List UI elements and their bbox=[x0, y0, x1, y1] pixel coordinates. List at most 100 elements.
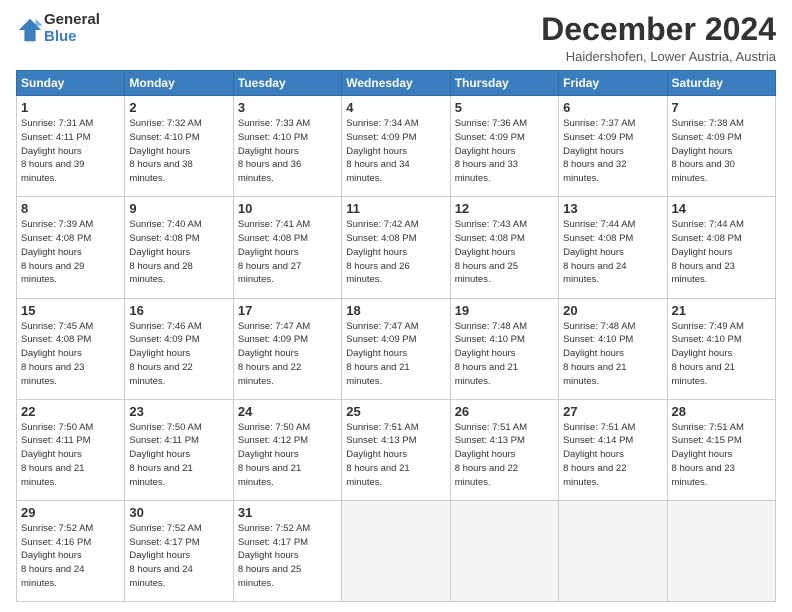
day-number: 28 bbox=[672, 404, 771, 419]
day-number: 17 bbox=[238, 303, 337, 318]
day-number: 14 bbox=[672, 201, 771, 216]
table-row: 3 Sunrise: 7:33 AM Sunset: 4:10 PM Dayli… bbox=[233, 96, 341, 197]
day-info: Sunrise: 7:32 AM Sunset: 4:10 PM Dayligh… bbox=[129, 117, 228, 186]
day-info: Sunrise: 7:51 AM Sunset: 4:13 PM Dayligh… bbox=[346, 421, 445, 490]
table-row: 23 Sunrise: 7:50 AM Sunset: 4:11 PM Dayl… bbox=[125, 399, 233, 500]
day-info: Sunrise: 7:44 AM Sunset: 4:08 PM Dayligh… bbox=[563, 218, 662, 287]
table-row: 19 Sunrise: 7:48 AM Sunset: 4:10 PM Dayl… bbox=[450, 298, 558, 399]
table-row: 31 Sunrise: 7:52 AM Sunset: 4:17 PM Dayl… bbox=[233, 500, 341, 601]
table-row: 22 Sunrise: 7:50 AM Sunset: 4:11 PM Dayl… bbox=[17, 399, 125, 500]
day-number: 1 bbox=[21, 100, 120, 115]
day-info: Sunrise: 7:51 AM Sunset: 4:15 PM Dayligh… bbox=[672, 421, 771, 490]
table-row: 24 Sunrise: 7:50 AM Sunset: 4:12 PM Dayl… bbox=[233, 399, 341, 500]
day-number: 24 bbox=[238, 404, 337, 419]
day-number: 6 bbox=[563, 100, 662, 115]
location: Haidershofen, Lower Austria, Austria bbox=[541, 49, 776, 64]
logo-blue: Blue bbox=[44, 28, 77, 45]
table-row bbox=[342, 500, 450, 601]
day-info: Sunrise: 7:49 AM Sunset: 4:10 PM Dayligh… bbox=[672, 320, 771, 389]
day-number: 15 bbox=[21, 303, 120, 318]
day-info: Sunrise: 7:52 AM Sunset: 4:16 PM Dayligh… bbox=[21, 522, 120, 591]
day-info: Sunrise: 7:51 AM Sunset: 4:14 PM Dayligh… bbox=[563, 421, 662, 490]
table-row: 21 Sunrise: 7:49 AM Sunset: 4:10 PM Dayl… bbox=[667, 298, 775, 399]
logo: General Blue bbox=[16, 12, 100, 45]
day-info: Sunrise: 7:47 AM Sunset: 4:09 PM Dayligh… bbox=[346, 320, 445, 389]
col-sunday: Sunday bbox=[17, 71, 125, 96]
day-info: Sunrise: 7:47 AM Sunset: 4:09 PM Dayligh… bbox=[238, 320, 337, 389]
table-row: 27 Sunrise: 7:51 AM Sunset: 4:14 PM Dayl… bbox=[559, 399, 667, 500]
col-friday: Friday bbox=[559, 71, 667, 96]
day-number: 5 bbox=[455, 100, 554, 115]
header: General Blue December 2024 Haidershofen,… bbox=[16, 12, 776, 64]
day-info: Sunrise: 7:44 AM Sunset: 4:08 PM Dayligh… bbox=[672, 218, 771, 287]
calendar-table: Sunday Monday Tuesday Wednesday Thursday… bbox=[16, 70, 776, 602]
day-number: 19 bbox=[455, 303, 554, 318]
calendar-week-row: 8 Sunrise: 7:39 AM Sunset: 4:08 PM Dayli… bbox=[17, 197, 776, 298]
table-row: 18 Sunrise: 7:47 AM Sunset: 4:09 PM Dayl… bbox=[342, 298, 450, 399]
table-row: 29 Sunrise: 7:52 AM Sunset: 4:16 PM Dayl… bbox=[17, 500, 125, 601]
day-number: 29 bbox=[21, 505, 120, 520]
day-info: Sunrise: 7:41 AM Sunset: 4:08 PM Dayligh… bbox=[238, 218, 337, 287]
day-number: 30 bbox=[129, 505, 228, 520]
day-info: Sunrise: 7:48 AM Sunset: 4:10 PM Dayligh… bbox=[455, 320, 554, 389]
day-number: 7 bbox=[672, 100, 771, 115]
day-info: Sunrise: 7:50 AM Sunset: 4:11 PM Dayligh… bbox=[129, 421, 228, 490]
day-info: Sunrise: 7:39 AM Sunset: 4:08 PM Dayligh… bbox=[21, 218, 120, 287]
table-row: 13 Sunrise: 7:44 AM Sunset: 4:08 PM Dayl… bbox=[559, 197, 667, 298]
day-number: 4 bbox=[346, 100, 445, 115]
table-row: 25 Sunrise: 7:51 AM Sunset: 4:13 PM Dayl… bbox=[342, 399, 450, 500]
table-row: 11 Sunrise: 7:42 AM Sunset: 4:08 PM Dayl… bbox=[342, 197, 450, 298]
calendar-week-row: 1 Sunrise: 7:31 AM Sunset: 4:11 PM Dayli… bbox=[17, 96, 776, 197]
month-title: December 2024 bbox=[541, 12, 776, 47]
table-row: 8 Sunrise: 7:39 AM Sunset: 4:08 PM Dayli… bbox=[17, 197, 125, 298]
day-info: Sunrise: 7:50 AM Sunset: 4:12 PM Dayligh… bbox=[238, 421, 337, 490]
calendar-header-row: Sunday Monday Tuesday Wednesday Thursday… bbox=[17, 71, 776, 96]
day-number: 18 bbox=[346, 303, 445, 318]
calendar-week-row: 22 Sunrise: 7:50 AM Sunset: 4:11 PM Dayl… bbox=[17, 399, 776, 500]
day-number: 12 bbox=[455, 201, 554, 216]
day-number: 21 bbox=[672, 303, 771, 318]
day-info: Sunrise: 7:42 AM Sunset: 4:08 PM Dayligh… bbox=[346, 218, 445, 287]
logo-general: General bbox=[44, 11, 100, 28]
table-row: 12 Sunrise: 7:43 AM Sunset: 4:08 PM Dayl… bbox=[450, 197, 558, 298]
table-row: 7 Sunrise: 7:38 AM Sunset: 4:09 PM Dayli… bbox=[667, 96, 775, 197]
logo-text: General Blue bbox=[44, 12, 100, 45]
table-row: 5 Sunrise: 7:36 AM Sunset: 4:09 PM Dayli… bbox=[450, 96, 558, 197]
table-row: 17 Sunrise: 7:47 AM Sunset: 4:09 PM Dayl… bbox=[233, 298, 341, 399]
day-number: 23 bbox=[129, 404, 228, 419]
day-number: 26 bbox=[455, 404, 554, 419]
day-number: 10 bbox=[238, 201, 337, 216]
table-row: 9 Sunrise: 7:40 AM Sunset: 4:08 PM Dayli… bbox=[125, 197, 233, 298]
day-info: Sunrise: 7:34 AM Sunset: 4:09 PM Dayligh… bbox=[346, 117, 445, 186]
day-number: 16 bbox=[129, 303, 228, 318]
table-row: 6 Sunrise: 7:37 AM Sunset: 4:09 PM Dayli… bbox=[559, 96, 667, 197]
col-thursday: Thursday bbox=[450, 71, 558, 96]
day-info: Sunrise: 7:31 AM Sunset: 4:11 PM Dayligh… bbox=[21, 117, 120, 186]
day-number: 11 bbox=[346, 201, 445, 216]
day-number: 2 bbox=[129, 100, 228, 115]
calendar-week-row: 15 Sunrise: 7:45 AM Sunset: 4:08 PM Dayl… bbox=[17, 298, 776, 399]
day-info: Sunrise: 7:50 AM Sunset: 4:11 PM Dayligh… bbox=[21, 421, 120, 490]
col-saturday: Saturday bbox=[667, 71, 775, 96]
col-wednesday: Wednesday bbox=[342, 71, 450, 96]
day-info: Sunrise: 7:46 AM Sunset: 4:09 PM Dayligh… bbox=[129, 320, 228, 389]
table-row: 4 Sunrise: 7:34 AM Sunset: 4:09 PM Dayli… bbox=[342, 96, 450, 197]
day-number: 31 bbox=[238, 505, 337, 520]
day-number: 22 bbox=[21, 404, 120, 419]
day-info: Sunrise: 7:51 AM Sunset: 4:13 PM Dayligh… bbox=[455, 421, 554, 490]
day-number: 25 bbox=[346, 404, 445, 419]
day-number: 13 bbox=[563, 201, 662, 216]
logo-icon bbox=[16, 16, 44, 44]
day-info: Sunrise: 7:52 AM Sunset: 4:17 PM Dayligh… bbox=[238, 522, 337, 591]
day-number: 3 bbox=[238, 100, 337, 115]
day-info: Sunrise: 7:37 AM Sunset: 4:09 PM Dayligh… bbox=[563, 117, 662, 186]
table-row: 2 Sunrise: 7:32 AM Sunset: 4:10 PM Dayli… bbox=[125, 96, 233, 197]
day-number: 20 bbox=[563, 303, 662, 318]
calendar-week-row: 29 Sunrise: 7:52 AM Sunset: 4:16 PM Dayl… bbox=[17, 500, 776, 601]
page: General Blue December 2024 Haidershofen,… bbox=[0, 0, 792, 612]
table-row: 1 Sunrise: 7:31 AM Sunset: 4:11 PM Dayli… bbox=[17, 96, 125, 197]
day-number: 9 bbox=[129, 201, 228, 216]
day-number: 27 bbox=[563, 404, 662, 419]
table-row: 10 Sunrise: 7:41 AM Sunset: 4:08 PM Dayl… bbox=[233, 197, 341, 298]
day-info: Sunrise: 7:33 AM Sunset: 4:10 PM Dayligh… bbox=[238, 117, 337, 186]
